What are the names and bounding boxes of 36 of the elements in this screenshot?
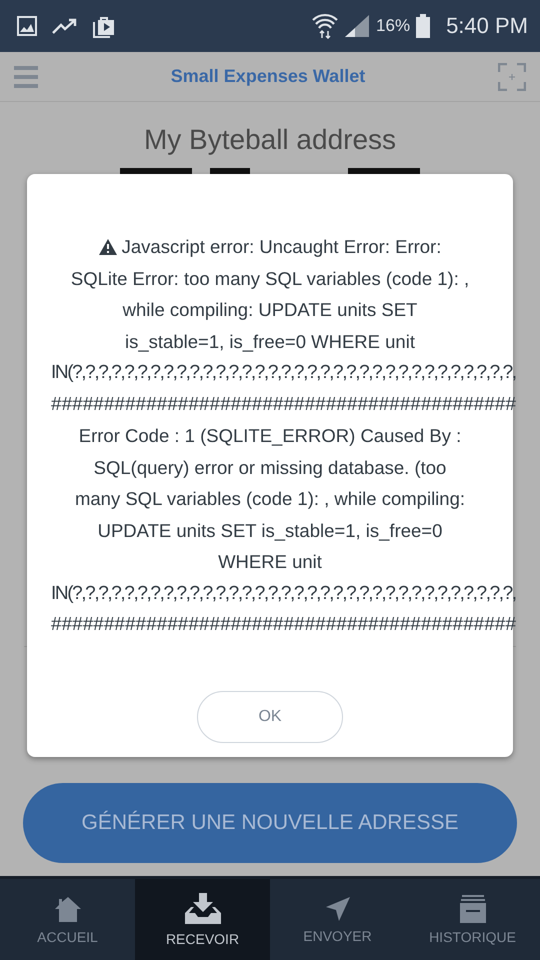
ok-button[interactable]: OK xyxy=(197,690,343,742)
nav-tab[interactable]: RECEVOIR xyxy=(135,879,270,960)
battery-icon xyxy=(416,14,430,38)
nav-tab[interactable]: HISTORIQUE xyxy=(405,879,540,960)
nav-tab[interactable]: ENVOYER xyxy=(270,879,405,960)
error-message-line: ############################################ xyxy=(51,392,516,416)
error-message-line: is_stable=1, is_free=0 WHERE unit xyxy=(125,330,415,354)
error-message-line: SQLite Error: too many SQL variables (code 1): , xyxy=(70,266,470,291)
nav-tab[interactable]: ACCUEIL xyxy=(0,879,135,960)
error-message-line: Javascript error: Uncaught Error: Error: xyxy=(122,235,442,259)
download-tray-icon xyxy=(184,892,222,924)
error-message-line: Error Code : 1 (SQLITE_ERROR) Caused By : xyxy=(78,424,462,448)
signal-icon xyxy=(344,14,370,38)
wifi-icon xyxy=(312,13,338,39)
scan-icon[interactable] xyxy=(498,62,526,90)
error-message-line: IN(?,?,?,?,?,?,?,?,?,?,?,?,?,?,?,?,?,?,?,?,?,?,?,?,?,?,?,?,?,?,?,?,?,?, xyxy=(51,361,516,385)
address-heading: My Byteball address xyxy=(144,124,396,156)
battery-percent: 16% xyxy=(376,16,410,36)
error-message-line: UPDATE units SET is_stable=1, is_free=0 xyxy=(98,518,442,543)
wallet-title: Small Expenses Wallet xyxy=(170,66,366,87)
error-message-line: ############################################ xyxy=(51,613,516,637)
menu-icon[interactable] xyxy=(14,64,38,88)
error-message-line: many SQL variables (code 1): , while compiling: xyxy=(74,487,466,511)
home-icon xyxy=(54,894,82,922)
error-message-line: WHERE unit xyxy=(218,550,322,574)
error-message-line: while compiling: UPDATE units SET xyxy=(122,298,418,322)
warning-icon xyxy=(98,238,117,255)
archive-box-icon xyxy=(460,894,486,922)
error-message-line: SQL(query) error or missing database. (too xyxy=(94,456,446,480)
paper-plane-icon xyxy=(324,896,350,922)
picture-icon xyxy=(16,15,38,37)
generate-address-button[interactable]: GÉNÉRER UNE NOUVELLE ADRESSE xyxy=(23,783,517,863)
error-message-line: IN(?,?,?,?,?,?,?,?,?,?,?,?,?,?,?,?,?,?,?,?,?,?,?,?,?,?,?,?,?,?,?,?,?,?, xyxy=(51,582,516,606)
clock: 5:40 PM xyxy=(446,13,528,39)
trend-icon xyxy=(52,18,78,34)
briefcase-play-icon xyxy=(92,14,116,38)
